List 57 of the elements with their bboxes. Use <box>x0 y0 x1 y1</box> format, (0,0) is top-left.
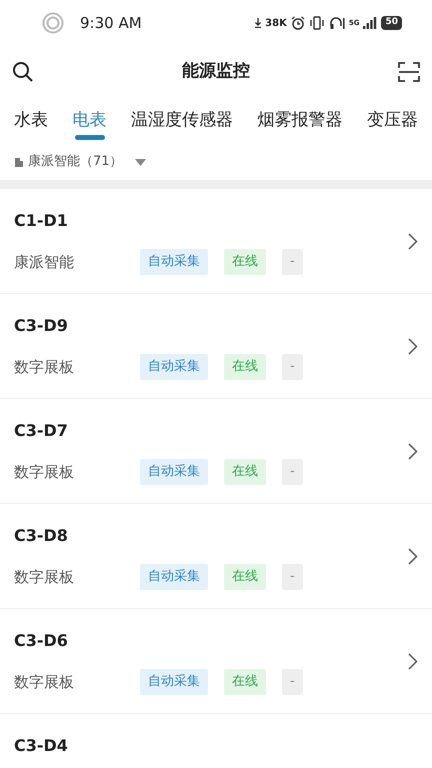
page-title: 能源监控 <box>182 60 250 84</box>
status-tag: 自动采集 <box>140 354 208 380</box>
device-row[interactable]: C3-D4 <box>0 714 432 758</box>
status-tag: 自动采集 <box>140 669 208 694</box>
device-group: 数字展板 <box>14 356 140 378</box>
status-tag: 在线 <box>224 354 266 380</box>
status-tag: 自动采集 <box>140 459 208 484</box>
tab[interactable]: 电表 <box>72 98 106 144</box>
device-row[interactable]: C3-D8 数字展板 自动采集 在线 - <box>0 504 432 609</box>
device-row[interactable]: C3-D9 数字展板 自动采集 在线 - <box>0 294 432 399</box>
building-icon <box>14 156 24 168</box>
status-tag: 在线 <box>224 249 266 274</box>
status-tag: 在线 <box>224 459 266 484</box>
status-tag: 自动采集 <box>140 564 208 590</box>
status-tag: - <box>282 669 303 694</box>
signal-icon <box>363 17 378 29</box>
chevron-icon <box>408 548 418 564</box>
chevron-icon <box>408 232 418 250</box>
device-name: C3-D4 <box>14 735 69 757</box>
circle-icon <box>42 12 64 34</box>
device-name: C3-D9 <box>14 315 69 337</box>
device-name: C3-D6 <box>14 630 69 652</box>
device-row[interactable]: C3-D6 数字展板 自动采集 在线 - <box>0 609 432 714</box>
search-icon[interactable] <box>12 61 34 83</box>
scan-icon[interactable] <box>398 62 420 82</box>
tab[interactable]: 温湿度传感器 <box>131 98 233 144</box>
status-time: 9:30 AM <box>80 12 142 34</box>
status-tag: 自动采集 <box>140 249 208 274</box>
device-group: 康派智能 <box>14 250 140 273</box>
status-tag: - <box>282 354 303 380</box>
device-row[interactable]: C1-D1 康派智能 自动采集 在线 - <box>0 189 432 294</box>
device-group: 数字展板 <box>14 460 140 483</box>
headset-icon <box>328 16 345 30</box>
status-tag: - <box>282 249 303 274</box>
vibrate-icon <box>308 16 325 30</box>
status-tag: - <box>282 459 303 484</box>
tab[interactable]: 变压器 <box>367 98 418 144</box>
net-speed: 38K <box>265 16 287 30</box>
status-tag: - <box>282 564 303 590</box>
status-tag: 在线 <box>224 669 266 694</box>
alarm-icon <box>290 16 305 30</box>
device-row[interactable]: C3-D7 数字展板 自动采集 在线 - <box>0 399 432 504</box>
chevron-icon <box>408 338 418 354</box>
device-group: 数字展板 <box>14 670 140 693</box>
device-group: 数字展板 <box>14 566 140 588</box>
dropdown-icon[interactable] <box>134 158 146 166</box>
tab[interactable]: 烟雾报警器 <box>258 98 342 144</box>
download-icon <box>255 18 262 28</box>
device-name: C3-D7 <box>14 420 69 442</box>
device-name: C1-D1 <box>14 210 69 232</box>
filter-label[interactable]: 康派智能（71） <box>28 152 123 172</box>
device-name: C3-D8 <box>14 525 69 547</box>
status-tag: 在线 <box>224 564 266 590</box>
tab[interactable]: 水表 <box>14 98 48 144</box>
chevron-icon <box>408 652 418 670</box>
battery-level: 50 <box>381 16 402 30</box>
chevron-icon <box>408 442 418 460</box>
